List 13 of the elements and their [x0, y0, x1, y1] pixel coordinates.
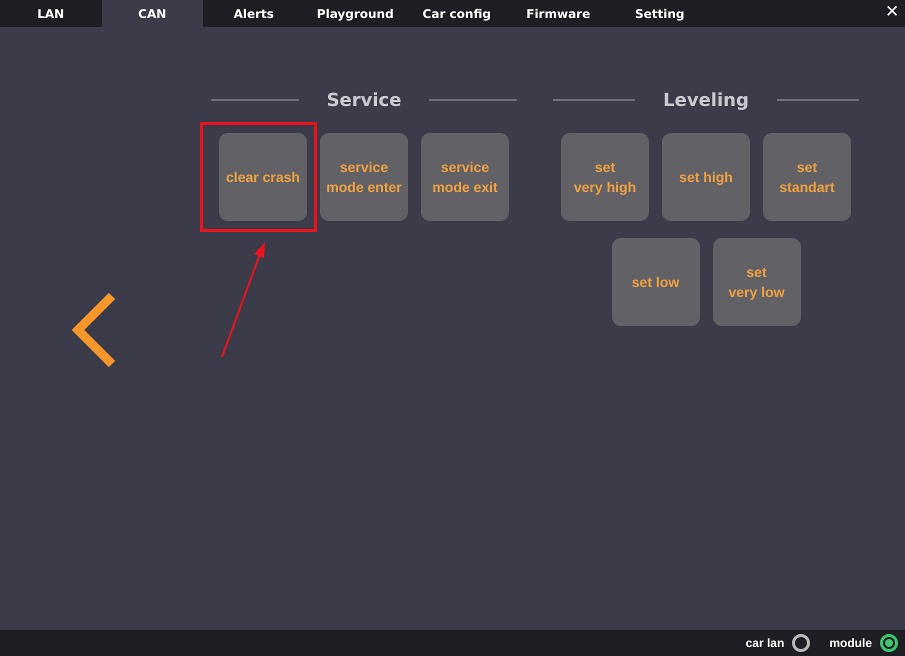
section-title: Leveling — [663, 90, 749, 110]
tab[interactable]: Playground — [304, 0, 406, 27]
status-label: car lan — [746, 636, 784, 650]
section-title: Service — [326, 90, 402, 110]
close-button[interactable]: ✕ — [881, 2, 903, 22]
status-label: module — [829, 636, 872, 650]
tab[interactable]: CAN — [102, 0, 203, 27]
back-chevron-icon[interactable] — [70, 292, 118, 368]
tab[interactable]: Firmware — [508, 0, 609, 27]
tab[interactable]: LAN — [0, 0, 102, 27]
tab[interactable]: Setting — [609, 0, 710, 27]
tab[interactable]: Car config — [406, 0, 508, 27]
tab[interactable]: Alerts — [203, 0, 304, 27]
